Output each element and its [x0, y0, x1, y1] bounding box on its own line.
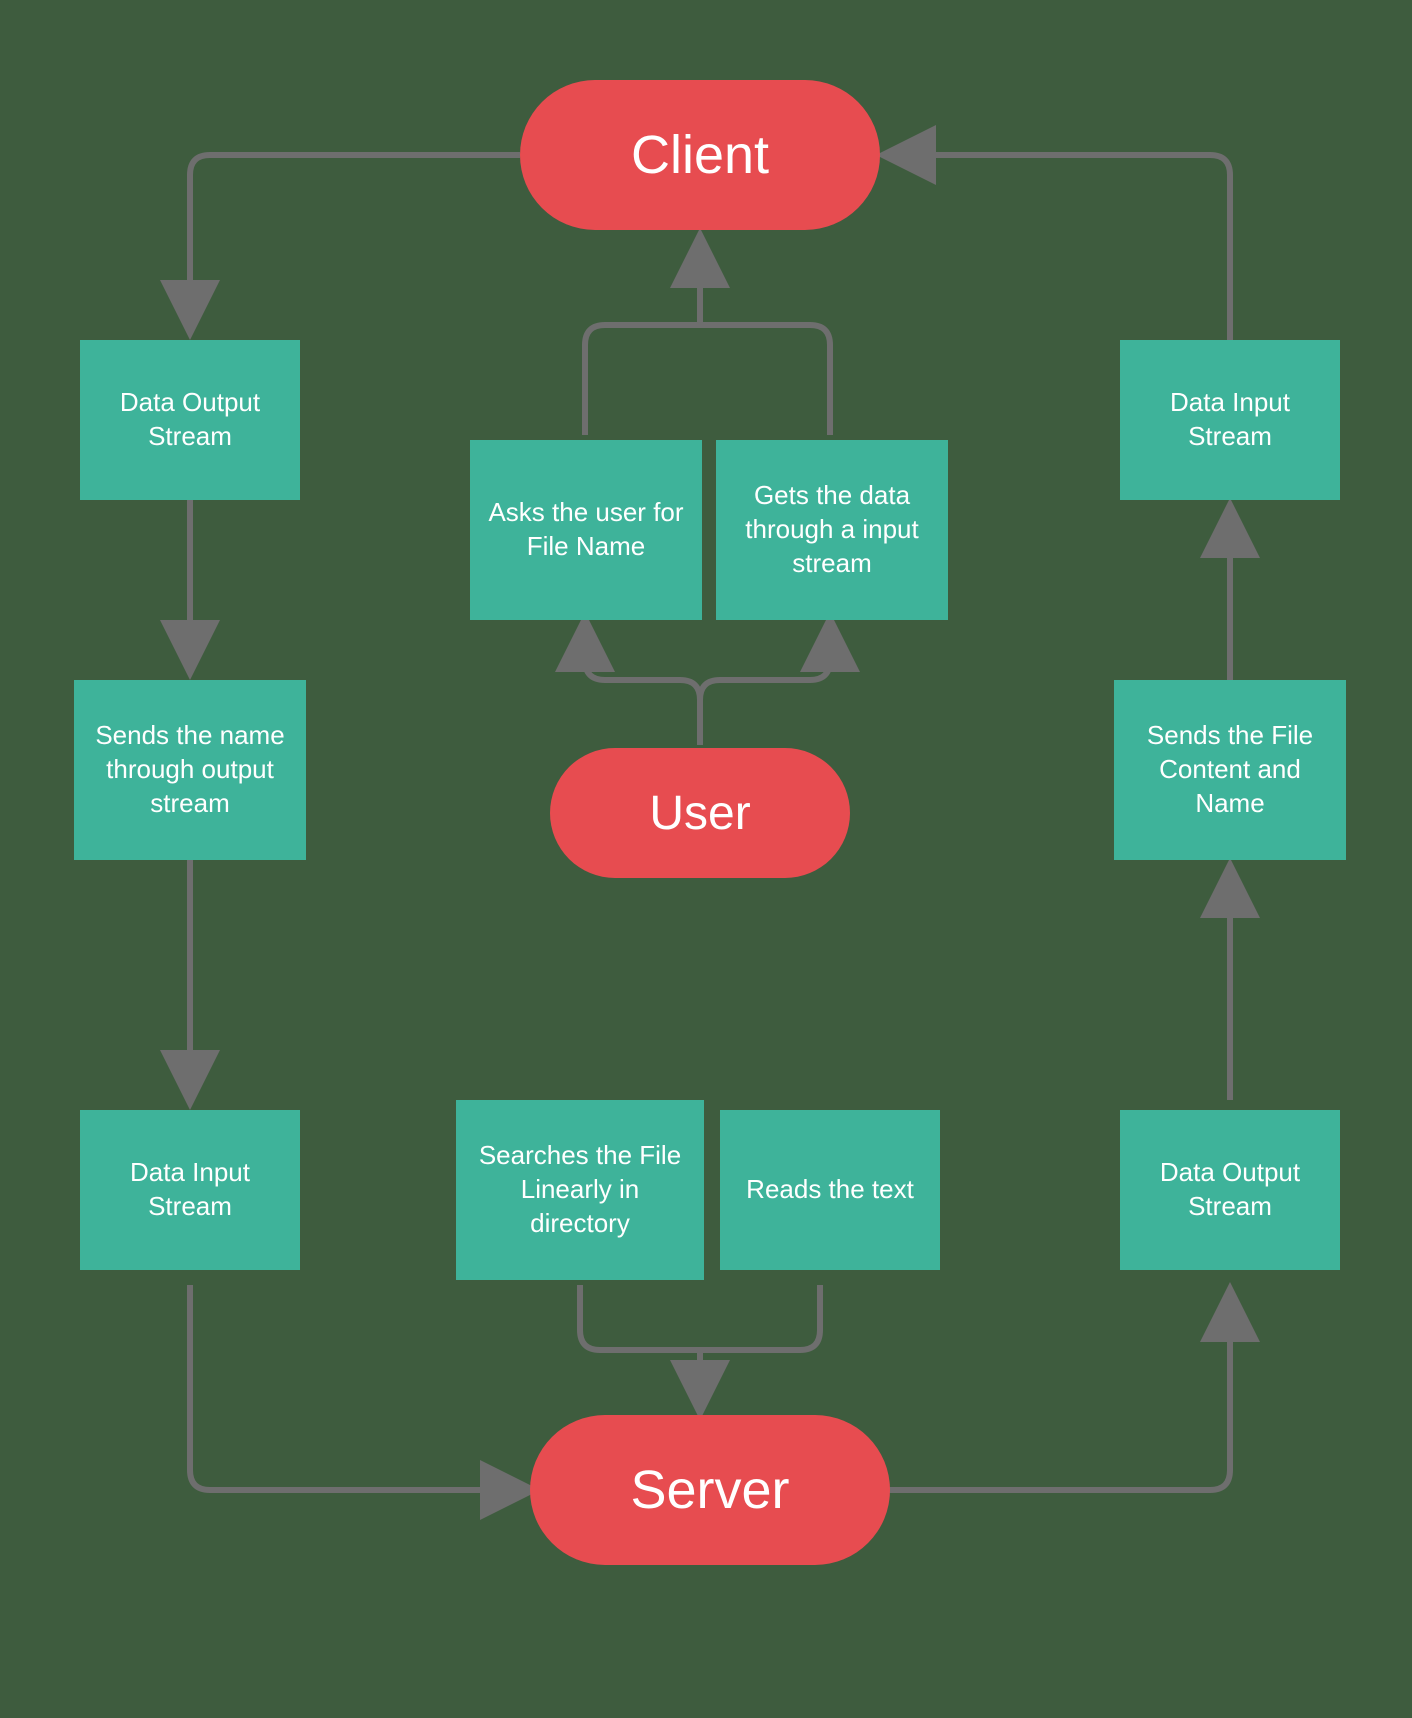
data-output-stream-left: Data Output Stream	[80, 340, 300, 500]
diagram-canvas: Client User Server Data Output Stream Se…	[0, 0, 1412, 1718]
server-node: Server	[530, 1415, 890, 1565]
client-node: Client	[520, 80, 880, 230]
gets-data-box: Gets the data through a input stream	[716, 440, 948, 620]
reads-text-box: Reads the text	[720, 1110, 940, 1270]
data-input-stream-left: Data Input Stream	[80, 1110, 300, 1270]
asks-file-name-box: Asks the user for File Name	[470, 440, 702, 620]
user-node: User	[550, 748, 850, 878]
data-input-stream-right: Data Input Stream	[1120, 340, 1340, 500]
data-output-stream-right: Data Output Stream	[1120, 1110, 1340, 1270]
searches-file-box: Searches the File Linearly in directory	[456, 1100, 704, 1280]
sends-file-content-box: Sends the File Content and Name	[1114, 680, 1346, 860]
sends-name-box: Sends the name through output stream	[74, 680, 306, 860]
